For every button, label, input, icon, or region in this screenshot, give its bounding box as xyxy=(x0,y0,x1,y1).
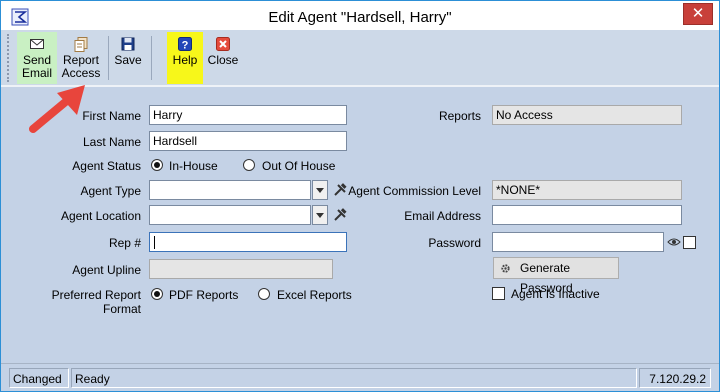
password-label: Password xyxy=(428,236,481,250)
close-x-icon: ✕ xyxy=(691,5,705,22)
floppy-icon xyxy=(121,37,135,51)
agent-type-select[interactable] xyxy=(149,180,311,200)
status-changed: Changed xyxy=(9,368,69,388)
excel-reports-radio[interactable] xyxy=(258,288,270,300)
help-button[interactable]: ? Help xyxy=(167,32,203,84)
toolbar-grip[interactable] xyxy=(7,34,11,82)
agent-inactive-label: Agent Is Inactive xyxy=(511,287,600,301)
excel-reports-label: Excel Reports xyxy=(277,288,352,302)
commission-level-label: Agent Commission Level xyxy=(348,184,481,198)
toolbar-separator xyxy=(108,36,109,80)
help-label: Help xyxy=(172,53,198,67)
reports-label: Reports xyxy=(438,109,481,123)
agent-location-dropdown-button[interactable] xyxy=(312,205,328,225)
report-icon xyxy=(74,37,88,52)
last-name-input[interactable]: Hardsell xyxy=(149,131,347,151)
gear-icon xyxy=(501,264,510,273)
window-close-button[interactable]: ✕ xyxy=(683,3,713,25)
status-bar: Changed Ready 7.120.29.2 xyxy=(1,363,719,391)
rep-number-label: Rep # xyxy=(108,236,141,250)
agent-type-dropdown-button[interactable] xyxy=(312,180,328,200)
first-name-input[interactable]: Harry xyxy=(149,105,347,125)
status-version: 7.120.29.2 xyxy=(639,368,711,388)
agent-type-label: Agent Type xyxy=(80,184,142,198)
edit-agent-window: Edit Agent "Hardsell, Harry" ✕ Send Emai… xyxy=(0,0,720,392)
envelope-icon xyxy=(30,39,44,49)
report-access-button[interactable]: Report Access xyxy=(59,32,103,84)
close-icon xyxy=(216,37,230,51)
status-ready: Ready xyxy=(71,368,637,388)
agent-inactive-checkbox[interactable] xyxy=(492,287,505,300)
reports-field: No Access xyxy=(492,105,682,125)
rep-number-input[interactable] xyxy=(149,232,347,252)
agent-upline-label: Agent Upline xyxy=(72,263,141,277)
close-label: Close xyxy=(207,53,239,67)
agent-form: First Name Harry Last Name Hardsell Agen… xyxy=(11,89,711,359)
email-address-input[interactable] xyxy=(492,205,682,225)
generate-password-button[interactable]: Generate Password xyxy=(493,257,619,295)
window-title: Edit Agent "Hardsell, Harry" xyxy=(268,9,452,26)
toolbar-separator xyxy=(151,36,152,80)
show-password-checkbox[interactable] xyxy=(683,236,696,249)
svg-text:?: ? xyxy=(182,40,189,52)
agent-location-label: Agent Location xyxy=(60,209,141,223)
commission-level-field: *NONE* xyxy=(492,180,682,200)
eye-icon[interactable] xyxy=(667,237,681,247)
agent-upline-field xyxy=(149,259,333,279)
send-email-button[interactable]: Send Email xyxy=(17,32,57,84)
agent-location-select[interactable] xyxy=(149,205,311,225)
save-button[interactable]: Save xyxy=(111,32,145,84)
email-address-label: Email Address xyxy=(404,209,481,223)
toolbar: Send Email Report Access Save ? Help Clo… xyxy=(1,30,719,87)
text-caret xyxy=(154,236,155,249)
close-button[interactable]: Close xyxy=(205,32,241,84)
in-house-radio[interactable] xyxy=(151,159,163,171)
password-input[interactable] xyxy=(492,232,664,252)
report-format-label: Preferred Report Format xyxy=(51,288,141,316)
in-house-label: In-House xyxy=(169,159,218,173)
out-of-house-label: Out Of House xyxy=(262,159,336,173)
annotation-arrow xyxy=(29,85,85,133)
out-of-house-radio[interactable] xyxy=(243,159,255,171)
save-label: Save xyxy=(114,53,142,67)
pdf-reports-radio[interactable] xyxy=(151,288,163,300)
pdf-reports-label: PDF Reports xyxy=(169,288,239,302)
agent-status-label: Agent Status xyxy=(72,159,141,173)
help-icon: ? xyxy=(178,37,192,52)
